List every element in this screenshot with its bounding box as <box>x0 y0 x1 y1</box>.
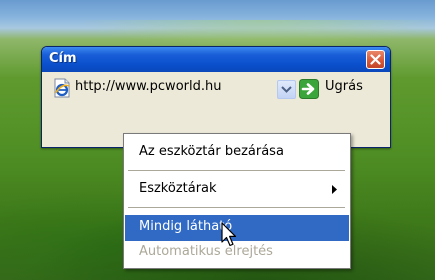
menu-item-label: Mindig látható <box>139 219 233 234</box>
go-arrow-icon[interactable] <box>299 79 319 99</box>
ie-page-icon <box>54 78 70 98</box>
menu-item-toolbars[interactable]: Eszköztárak <box>125 177 349 203</box>
chevron-down-icon <box>281 86 292 93</box>
menu-item-label: Eszköztárak <box>139 181 217 196</box>
window-title: Cím <box>49 51 77 66</box>
close-button[interactable] <box>366 50 385 69</box>
go-button-label[interactable]: Ugrás <box>325 79 363 94</box>
titlebar[interactable]: Cím <box>42 47 390 72</box>
mouse-cursor-icon <box>221 222 237 247</box>
address-input[interactable]: http://www.pcworld.hu <box>75 79 221 94</box>
menu-item-label: Az eszköztár bezárása <box>139 144 284 159</box>
address-dropdown-button[interactable] <box>277 80 296 99</box>
menu-item-close-toolbar[interactable]: Az eszköztár bezárása <box>125 140 349 166</box>
address-bar: http://www.pcworld.hu Ugrás <box>42 73 390 103</box>
submenu-arrow-icon <box>332 185 337 194</box>
context-menu: Az eszköztár bezárása Eszköztárak Mindig… <box>123 133 351 269</box>
menu-item-label: Automatikus elrejtés <box>139 244 273 259</box>
menu-separator <box>128 170 345 171</box>
close-icon <box>370 54 381 65</box>
menu-separator <box>128 207 345 208</box>
